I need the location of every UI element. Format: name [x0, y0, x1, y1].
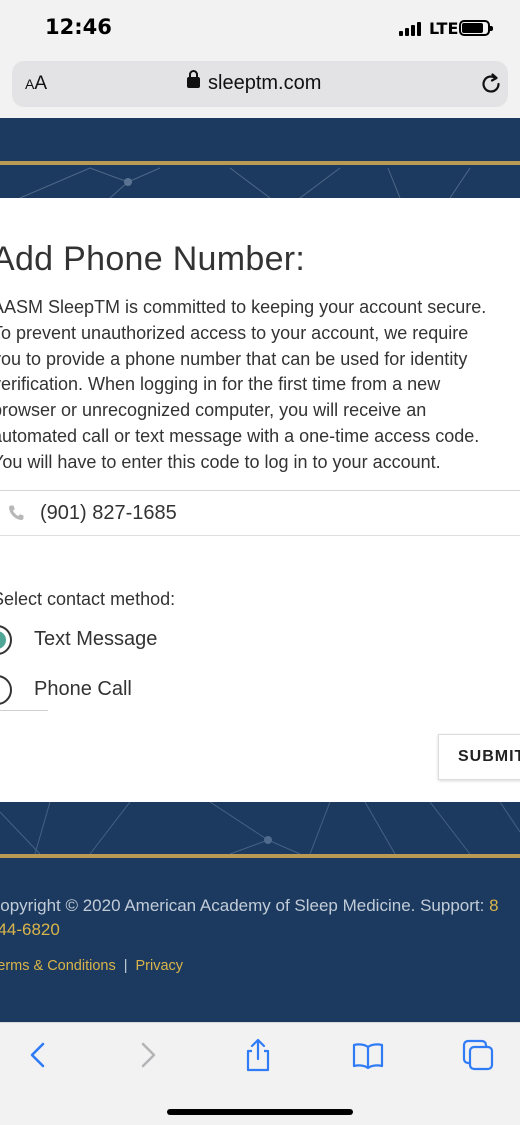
browser-chrome: AA sleeptm.com [0, 58, 520, 118]
address-bar[interactable]: AA sleeptm.com [12, 61, 508, 107]
status-time: 12:46 [45, 15, 112, 39]
phone-icon [9, 505, 24, 520]
submit-button[interactable]: SUBMIT [438, 734, 520, 780]
terms-link[interactable]: Terms & Conditions [0, 958, 116, 974]
intro-line: AASM SleepTM is committed to keeping you… [0, 297, 487, 317]
url-text[interactable]: sleeptm.com [208, 72, 321, 95]
header-pattern [0, 161, 520, 198]
add-phone-card: Add Phone Number: AASM SleepTM is commit… [0, 198, 520, 802]
copyright-line: Copyright © 2020 American Academy of Sle… [0, 896, 490, 915]
site-footer: Copyright © 2020 American Academy of Sle… [0, 802, 520, 1022]
browser-toolbar [0, 1022, 520, 1125]
link-separator: | [123, 958, 128, 974]
phone-call-radio[interactable] [0, 675, 12, 705]
share-icon[interactable] [240, 1037, 276, 1073]
intro-line: To prevent unauthorized access to your a… [0, 322, 469, 343]
phone-number-field[interactable]: (901) 827-1685 [0, 490, 520, 536]
lock-icon [187, 70, 200, 88]
text-message-label[interactable]: Text Message [34, 628, 157, 651]
option-phone-call[interactable]: Phone Call [0, 673, 292, 707]
tabs-icon[interactable] [460, 1037, 496, 1073]
status-bar: 12:46 LTE [0, 0, 520, 58]
battery-icon [459, 20, 493, 36]
footer-links: Terms & Conditions | Privacy [0, 958, 183, 974]
intro-line: verification. When logging in for the fi… [0, 374, 441, 395]
text-size-button[interactable]: AA [25, 73, 47, 95]
network-type: LTE [429, 19, 459, 38]
signal-icon [399, 22, 423, 36]
back-icon[interactable] [20, 1037, 56, 1073]
intro-line: browser or unrecognized computer, you wi… [0, 400, 427, 421]
intro-text: AASM SleepTM is committed to keeping you… [0, 295, 520, 476]
text-message-radio[interactable] [0, 625, 12, 655]
support-phone[interactable]: 844-6820 [0, 920, 60, 939]
forward-icon[interactable] [130, 1037, 166, 1073]
privacy-link[interactable]: Privacy [136, 958, 184, 974]
reload-icon[interactable] [478, 71, 504, 97]
home-indicator [167, 1109, 353, 1115]
intro-line: you to provide a phone number that can b… [0, 348, 468, 369]
intro-line: automated call or text message with a on… [0, 425, 480, 446]
copyright-text: Copyright © 2020 American Academy of Sle… [0, 894, 520, 942]
phone-number-value[interactable]: (901) 827-1685 [40, 502, 177, 525]
intro-line: You will have to enter this code to log … [0, 451, 441, 472]
phone-call-label[interactable]: Phone Call [34, 678, 132, 701]
option-text-message[interactable]: Text Message [0, 623, 292, 657]
page-title: Add Phone Number: [0, 240, 306, 278]
site-header-banner [0, 118, 520, 198]
contact-method-label: Select contact method: [0, 589, 176, 609]
support-phone-prefix[interactable]: 8 [489, 896, 498, 915]
bookmarks-icon[interactable] [350, 1037, 386, 1073]
divider [0, 710, 48, 711]
